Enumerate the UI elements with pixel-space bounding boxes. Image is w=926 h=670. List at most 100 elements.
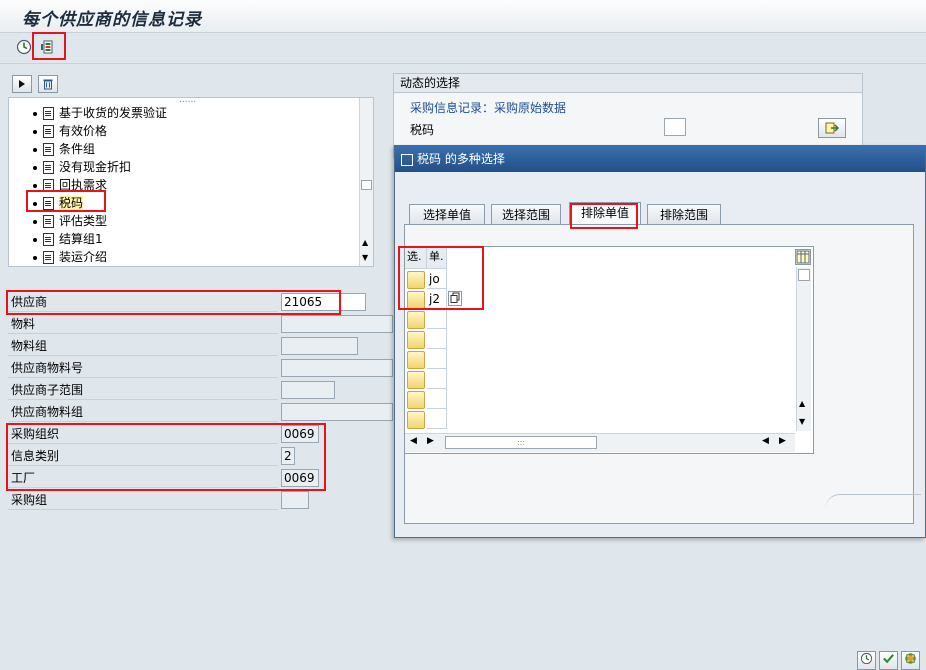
check-entries-button[interactable]	[857, 651, 876, 670]
field-list-tree: ...... 基于收货的发票验证 有效价格 条件组 没有现金折扣 回执需求 税码…	[8, 97, 374, 267]
row-selector-button[interactable]	[407, 271, 425, 289]
value-cell[interactable]: j2	[427, 289, 447, 309]
tree-item[interactable]: 有效价格	[33, 122, 107, 140]
row-selector-button[interactable]	[407, 311, 425, 329]
plant-input[interactable]: 0069	[281, 469, 319, 487]
value-cell[interactable]	[427, 409, 447, 429]
bullet-icon	[33, 111, 37, 116]
bullet-icon	[33, 129, 37, 134]
tree-item[interactable]: 基于收货的发票验证	[33, 104, 167, 122]
purchasing-group-input[interactable]	[281, 491, 309, 509]
confirm-check-icon[interactable]	[879, 651, 898, 670]
tab-select-single[interactable]: 选择单值	[409, 204, 485, 225]
bullet-icon	[33, 255, 37, 260]
value-cell[interactable]	[427, 389, 447, 409]
tab-exclude-range[interactable]: 排除范围	[647, 204, 721, 225]
tree-item[interactable]: 条件组	[33, 140, 95, 158]
value-cell[interactable]	[427, 309, 447, 329]
document-icon	[43, 125, 54, 138]
value-cell[interactable]	[427, 369, 447, 389]
value-cell[interactable]: jo	[427, 269, 447, 289]
field-label-vendor-material-group: 供应商物料组	[8, 402, 278, 422]
vendor-subrange-input[interactable]	[281, 381, 335, 399]
scroll-up-icon[interactable]: ▲	[362, 238, 368, 247]
row-selector-button[interactable]	[407, 391, 425, 409]
field-label-material-group: 物料组	[8, 336, 278, 356]
row-selector-button[interactable]	[407, 371, 425, 389]
document-icon	[43, 233, 54, 246]
purchasing-org-input[interactable]: 0069	[281, 425, 319, 443]
tab-exclude-single[interactable]: 排除单值	[569, 202, 641, 226]
tab-corner	[825, 494, 921, 509]
scroll-thumb[interactable]	[798, 269, 810, 281]
material-input[interactable]	[281, 315, 393, 333]
expand-button[interactable]	[12, 75, 32, 93]
field-label-vendor-subrange: 供应商子范围	[8, 380, 278, 400]
scroll-down-icon[interactable]: ▼	[362, 253, 368, 262]
horizontal-scroll-thumb[interactable]: :::	[445, 436, 597, 449]
scroll-right-icon[interactable]: ▶	[427, 436, 434, 446]
value-cell[interactable]	[427, 329, 447, 349]
scroll-thumb[interactable]	[361, 180, 372, 190]
tax-code-input[interactable]	[664, 118, 686, 136]
panel-subtitle: 采购信息记录：采购原始数据	[410, 101, 567, 115]
vendor-material-number-input[interactable]	[281, 359, 393, 377]
scroll-up-icon[interactable]: ▲	[799, 399, 805, 408]
column-settings-icon[interactable]	[795, 249, 811, 265]
copy-icon[interactable]	[448, 291, 462, 306]
delete-button[interactable]	[38, 75, 58, 93]
bullet-icon	[33, 147, 37, 152]
scroll-left-icon[interactable]: ◀	[410, 436, 417, 446]
value-cell[interactable]	[427, 349, 447, 369]
scroll-right-icon[interactable]: ▶	[779, 436, 786, 446]
tab-select-range[interactable]: 选择范围	[491, 204, 561, 225]
panel-header: 动态的选择	[394, 74, 862, 93]
document-icon	[43, 107, 54, 120]
scroll-left-icon[interactable]: ◀	[762, 436, 769, 446]
bullet-icon	[33, 183, 37, 188]
document-icon	[43, 197, 54, 210]
bullet-icon	[33, 219, 37, 224]
tree-item-selected[interactable]: 税码	[33, 194, 84, 212]
row-selector-button[interactable]	[407, 331, 425, 349]
page-title: 每个供应商的信息记录	[22, 10, 202, 30]
grid-horizontal-scrollbar[interactable]: ◀ ▶ ::: ◀ ▶	[405, 433, 795, 452]
vendor-material-group-input[interactable]	[281, 403, 393, 421]
application-toolbar	[0, 33, 926, 64]
scroll-down-icon[interactable]: ▼	[799, 417, 805, 426]
multiple-selection-button[interactable]	[818, 118, 846, 138]
field-label-plant: 工厂	[8, 468, 278, 488]
tree-item[interactable]: 没有现金折扣	[33, 158, 131, 176]
window-icon	[401, 153, 413, 166]
dialog-title-bar: 税码 的多种选择	[395, 146, 925, 172]
tax-code-label: 税码	[410, 123, 435, 137]
info-category-input[interactable]: 2	[281, 447, 295, 465]
row-selector-button[interactable]	[407, 291, 425, 309]
column-header-select[interactable]: 选.	[405, 247, 427, 269]
document-icon	[43, 143, 54, 156]
tree-item[interactable]: 评估类型	[33, 212, 107, 230]
tree-scrollbar[interactable]: ▲ ▼	[359, 98, 373, 266]
selection-screen-icon[interactable]	[38, 39, 56, 57]
field-label-material: 物料	[8, 314, 278, 334]
grid-vertical-scrollbar[interactable]: ▲ ▼	[796, 267, 811, 431]
field-label-info-category: 信息类别	[8, 446, 278, 466]
tree-item[interactable]: 回执需求	[33, 176, 107, 194]
bullet-icon	[33, 201, 37, 206]
row-selector-button[interactable]	[407, 351, 425, 369]
bullet-icon	[33, 165, 37, 170]
material-group-input[interactable]	[281, 337, 358, 355]
document-icon	[43, 251, 54, 264]
field-label-vendor-material-number: 供应商物料号	[8, 358, 278, 378]
document-icon	[43, 161, 54, 174]
drag-handle[interactable]: ......	[179, 98, 196, 105]
vendor-input[interactable]: 21065	[281, 293, 366, 311]
field-label-vendor: 供应商	[8, 292, 278, 312]
clock-execute-icon[interactable]	[15, 39, 33, 57]
row-selector-button[interactable]	[407, 411, 425, 429]
tree-item[interactable]: 结算组1	[33, 230, 103, 248]
tree-item[interactable]: 装运介绍	[33, 248, 107, 266]
column-header-single[interactable]: 单.	[427, 247, 447, 269]
add-values-icon[interactable]	[901, 651, 920, 670]
dialog-title: 税码 的多种选择	[417, 152, 505, 166]
